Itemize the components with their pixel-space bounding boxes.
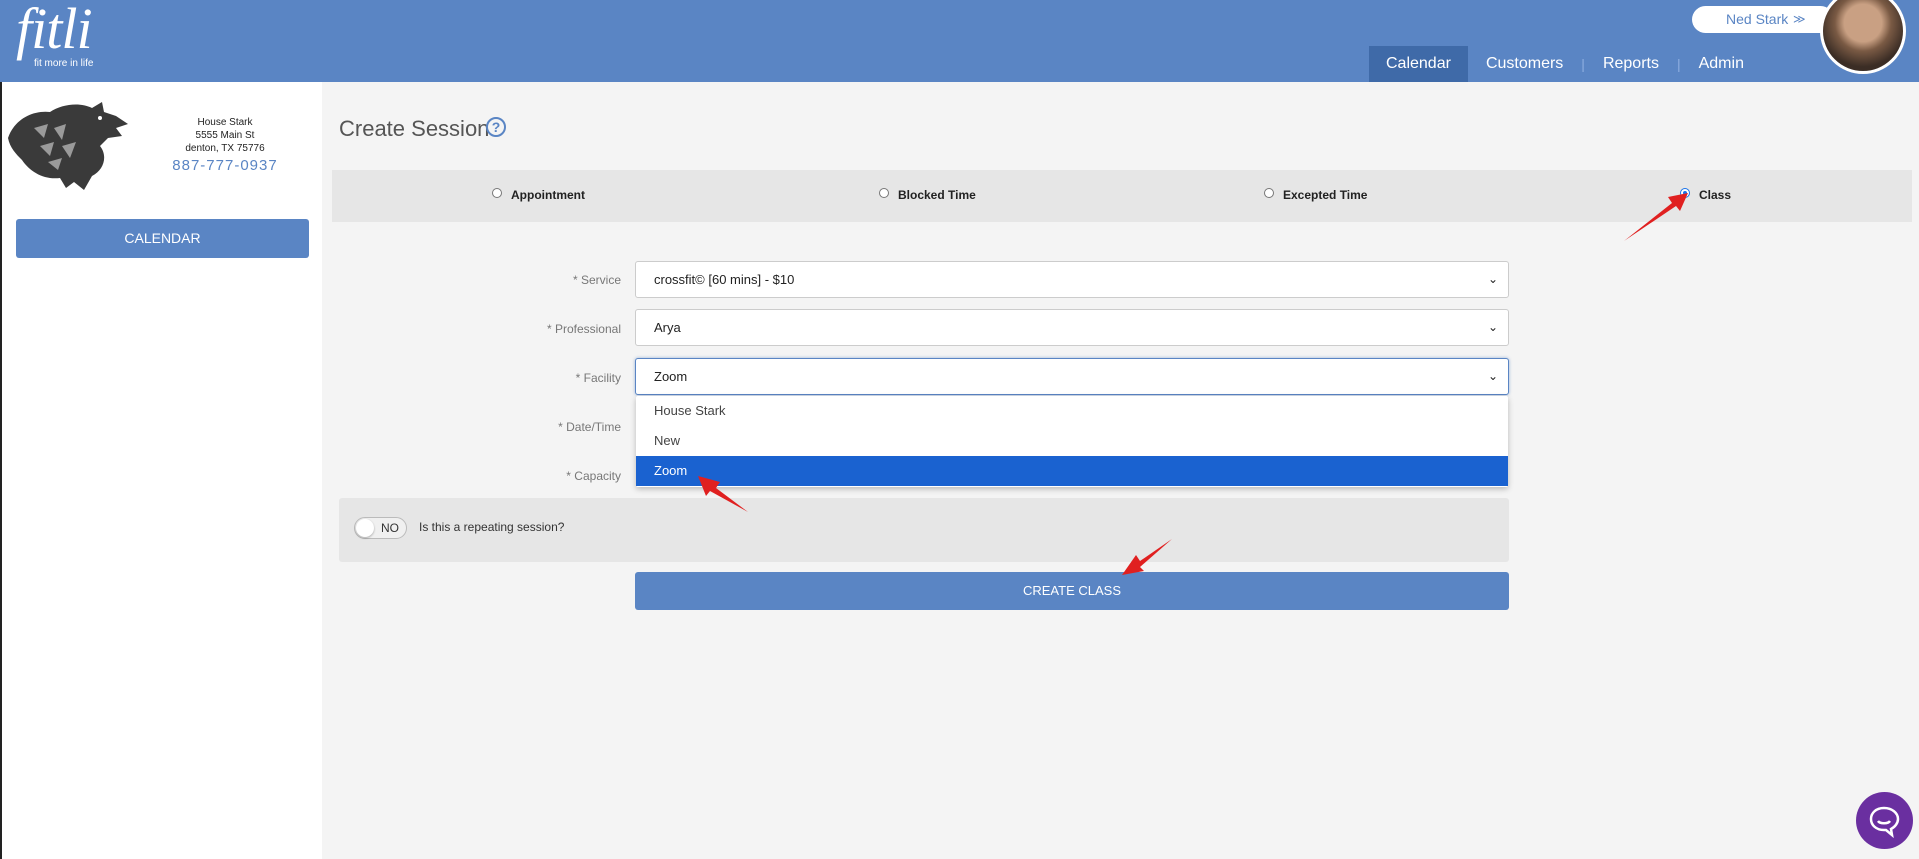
facility-option-new[interactable]: New (636, 426, 1508, 456)
facility-dropdown: House Stark New Zoom (636, 396, 1508, 487)
chevron-down-icon: ⌄ (1487, 369, 1498, 383)
avatar[interactable] (1820, 0, 1906, 74)
calendar-button[interactable]: CALENDAR (16, 219, 309, 258)
help-icon[interactable]: ? (486, 117, 506, 137)
chevron-down-icon: ⌄ (1487, 272, 1498, 286)
radio-label-excepted-time: Excepted Time (1283, 188, 1368, 202)
facility-label: * Facility (575, 371, 621, 385)
page-title: Create Session (339, 116, 490, 141)
facility-select[interactable]: Zoom ⌄ (635, 358, 1509, 395)
toggle-knob (356, 519, 374, 537)
radio-blocked-time[interactable]: Blocked Time (879, 188, 976, 202)
fitli-logo[interactable]: fitli fit more in life (16, 0, 93, 69)
facility-option-zoom[interactable]: Zoom (636, 456, 1508, 486)
radio-class[interactable]: Class (1680, 188, 1731, 202)
logo-tagline: fit more in life (34, 58, 94, 69)
business-phone[interactable]: 887-777-0937 (150, 158, 300, 173)
radio-label-blocked-time: Blocked Time (898, 188, 976, 202)
radio-excepted-time[interactable]: Excepted Time (1264, 188, 1367, 202)
capacity-label: * Capacity (566, 469, 621, 483)
double-chevron-down-icon: ≫ (1793, 12, 1806, 26)
chat-glyph (1869, 806, 1900, 839)
repeat-session-row: NO Is this a repeating session? (339, 498, 1509, 562)
business-address-line2: denton, TX 75776 (185, 143, 265, 154)
service-select[interactable]: crossfit© [60 mins] - $10 ⌄ (635, 261, 1509, 298)
facility-option-house-stark[interactable]: House Stark (636, 396, 1508, 426)
repeat-toggle[interactable]: NO (354, 517, 407, 539)
professional-value: Arya (654, 320, 681, 335)
user-name: Ned Stark (1726, 11, 1789, 27)
sidebar (2, 82, 322, 859)
radio-appointment[interactable]: Appointment (492, 188, 585, 202)
professional-label: * Professional (546, 322, 621, 336)
radio-label-appointment: Appointment (511, 188, 585, 202)
chevron-down-icon: ⌄ (1487, 320, 1498, 334)
radio-label-class: Class (1699, 188, 1732, 202)
repeat-question: Is this a repeating session? (419, 520, 565, 534)
service-label: * Service (572, 273, 621, 287)
logo-word: fitli (16, 0, 93, 61)
nav-reports[interactable]: Reports (1585, 46, 1677, 82)
professional-select[interactable]: Arya ⌄ (635, 309, 1509, 346)
toggle-state: NO (381, 521, 399, 535)
service-value: crossfit© [60 mins] - $10 (654, 272, 795, 287)
nav-admin[interactable]: Admin (1681, 46, 1762, 82)
chat-bubble-icon[interactable] (1856, 792, 1913, 849)
radio-dot-selected[interactable] (1680, 188, 1690, 198)
business-name: House Stark (197, 117, 253, 128)
nav-calendar[interactable]: Calendar (1369, 46, 1468, 82)
datetime-label: * Date/Time (558, 420, 621, 434)
main-nav: Calendar Customers | Reports | Admin (1369, 46, 1762, 82)
top-navigation-bar: fitli fit more in life Calendar Customer… (0, 0, 1919, 82)
business-address-line1: 5555 Main St (195, 130, 255, 141)
nav-customers[interactable]: Customers (1468, 46, 1581, 82)
create-class-button[interactable]: CREATE CLASS (635, 572, 1509, 610)
radio-dot[interactable] (492, 188, 502, 198)
business-info: House Stark 5555 Main St denton, TX 7577… (150, 116, 300, 173)
radio-dot[interactable] (1264, 188, 1274, 198)
radio-dot[interactable] (879, 188, 889, 198)
business-logo-wolf (8, 102, 128, 190)
user-menu-button[interactable]: Ned Stark ≫ (1692, 6, 1834, 33)
facility-value: Zoom (654, 369, 688, 384)
